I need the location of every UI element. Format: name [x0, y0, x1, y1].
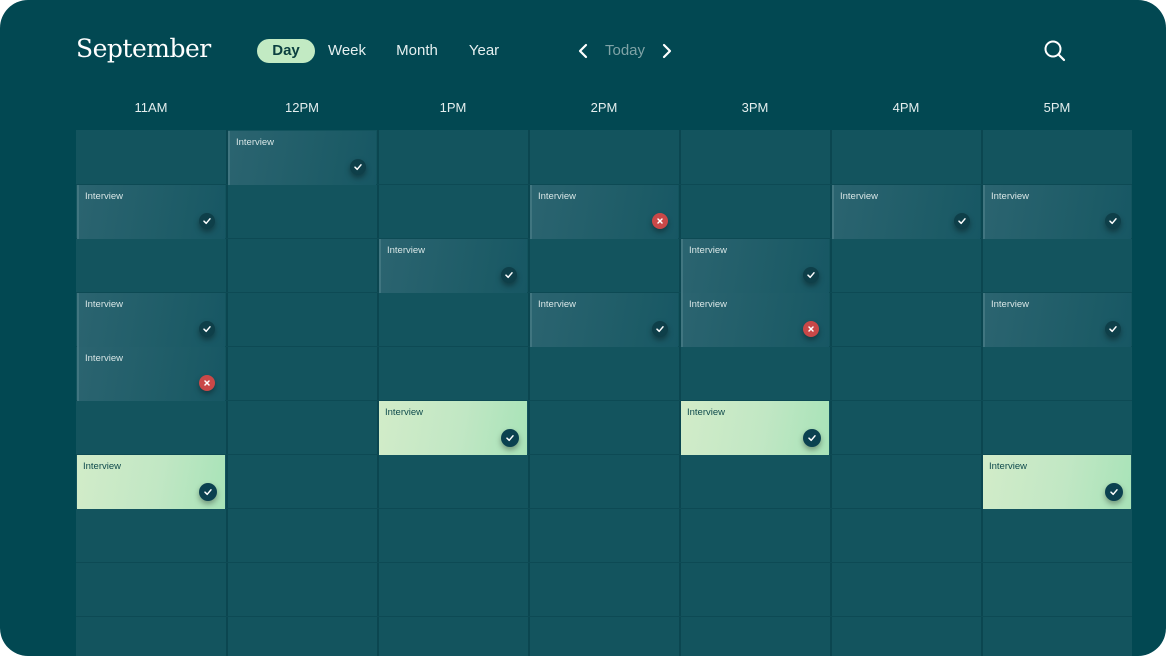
check-icon	[652, 321, 668, 337]
event-title: Interview	[689, 245, 728, 256]
row-divider	[76, 400, 1132, 401]
check-icon	[1105, 321, 1121, 337]
row-divider	[76, 454, 1132, 455]
event-card[interactable]: Interview	[530, 293, 678, 347]
tab-week[interactable]: Week	[324, 39, 370, 63]
event-title: Interview	[689, 299, 728, 310]
hour-header: 1PM	[439, 100, 467, 115]
hour-header: 11AM	[134, 100, 168, 115]
event-title: Interview	[989, 461, 1028, 472]
check-icon	[199, 213, 215, 229]
event-card[interactable]: Interview	[77, 347, 225, 401]
event-card[interactable]: Interview	[983, 293, 1131, 347]
check-icon	[199, 321, 215, 337]
prev-button[interactable]	[574, 42, 592, 60]
event-card[interactable]: Interview	[379, 239, 527, 293]
event-card[interactable]: Interview	[77, 293, 225, 347]
event-card[interactable]: Interview	[530, 185, 678, 239]
check-icon	[803, 267, 819, 283]
event-card[interactable]: Interview	[681, 239, 829, 293]
column-divider	[679, 130, 681, 656]
row-divider	[76, 508, 1132, 509]
event-title: Interview	[236, 137, 275, 148]
next-button[interactable]	[658, 42, 676, 60]
check-icon	[1105, 213, 1121, 229]
close-icon	[803, 321, 819, 337]
event-title: Interview	[387, 245, 426, 256]
event-title: Interview	[85, 353, 124, 364]
close-icon	[199, 375, 215, 391]
event-card[interactable]: Interview	[681, 293, 829, 347]
today-button[interactable]: Today	[605, 42, 645, 59]
hour-header: 2PM	[590, 100, 618, 115]
check-icon	[199, 483, 217, 501]
event-card[interactable]: Interview	[983, 455, 1131, 509]
event-title: Interview	[538, 191, 577, 202]
hour-header: 5PM	[1043, 100, 1071, 115]
event-title: Interview	[85, 299, 124, 310]
hour-header: 12PM	[285, 100, 319, 115]
search-icon	[1044, 40, 1066, 62]
event-title: Interview	[538, 299, 577, 310]
event-title: Interview	[85, 191, 124, 202]
chevron-left-icon	[578, 43, 588, 59]
search-button[interactable]	[1043, 39, 1067, 63]
day-grid: Interview Interview Interview Interview Inte…	[76, 130, 1132, 656]
chevron-right-icon	[662, 43, 672, 59]
tab-day[interactable]: Day	[257, 39, 315, 63]
column-divider	[226, 130, 228, 656]
column-divider	[377, 130, 379, 656]
check-icon	[954, 213, 970, 229]
close-icon	[652, 213, 668, 229]
check-icon	[1105, 483, 1123, 501]
event-title: Interview	[991, 191, 1030, 202]
event-card[interactable]: Interview	[77, 185, 225, 239]
event-card[interactable]: Interview	[681, 401, 829, 455]
check-icon	[803, 429, 821, 447]
hour-header: 3PM	[741, 100, 769, 115]
event-card[interactable]: Interview	[379, 401, 527, 455]
calendar-app: September Day Week Month Year Today 11AM…	[0, 0, 1166, 656]
row-divider	[76, 616, 1132, 617]
event-card[interactable]: Interview	[983, 185, 1131, 239]
check-icon	[501, 429, 519, 447]
event-title: Interview	[83, 461, 122, 472]
row-divider	[76, 562, 1132, 563]
hour-header: 4PM	[892, 100, 920, 115]
event-title: Interview	[385, 407, 424, 418]
event-card[interactable]: Interview	[77, 455, 225, 509]
month-title: September	[76, 34, 211, 63]
tab-year[interactable]: Year	[466, 39, 502, 63]
event-title: Interview	[687, 407, 726, 418]
tab-month[interactable]: Month	[392, 39, 442, 63]
event-title: Interview	[840, 191, 879, 202]
event-card[interactable]: Interview	[228, 131, 376, 185]
event-title: Interview	[991, 299, 1030, 310]
check-icon	[501, 267, 517, 283]
event-card[interactable]: Interview	[832, 185, 980, 239]
check-icon	[350, 159, 366, 175]
